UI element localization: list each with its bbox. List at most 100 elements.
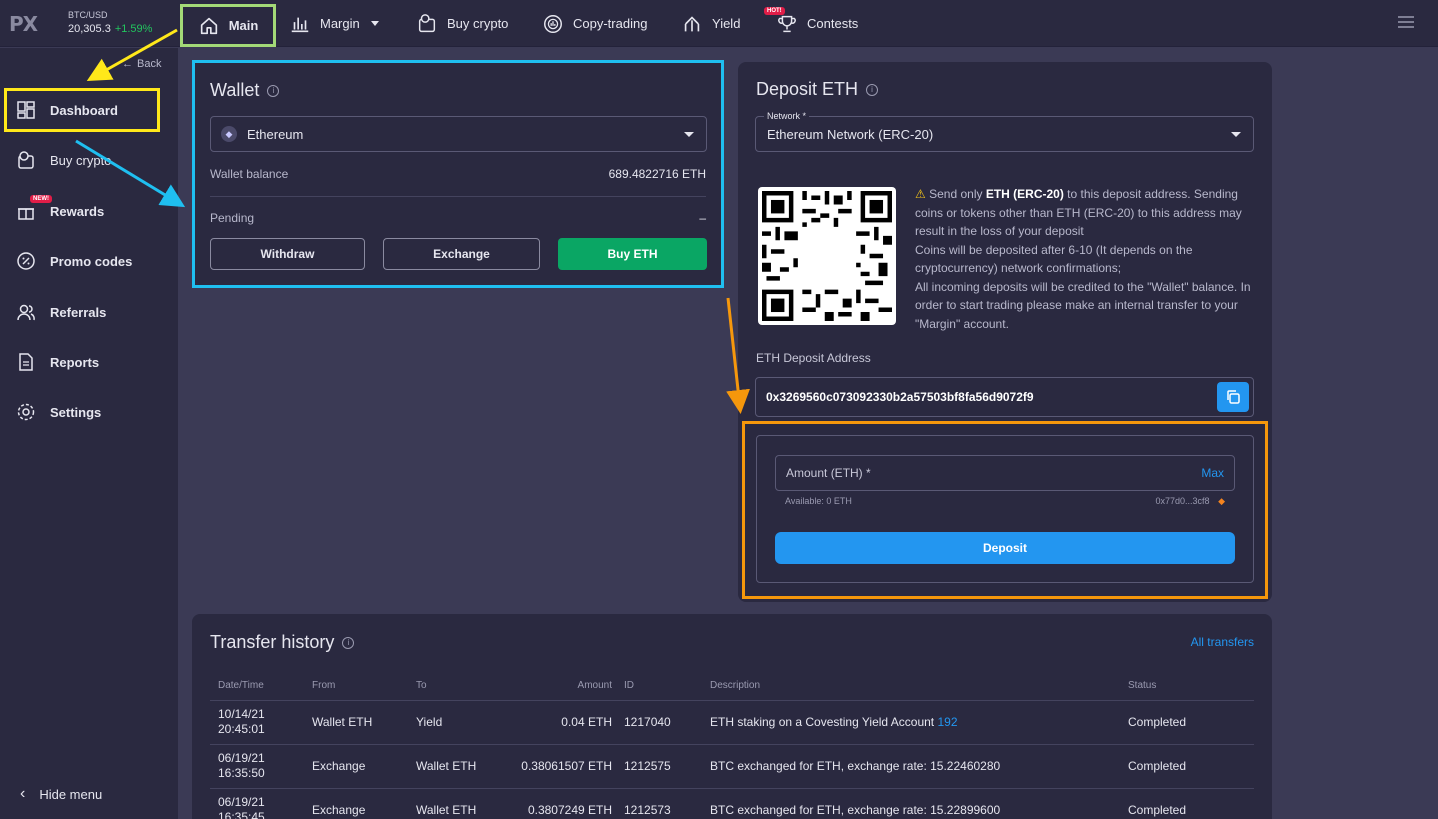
cell-id: 1212575 [616, 744, 702, 789]
back-label: Back [137, 58, 162, 70]
wallet-coin-icon [418, 13, 436, 32]
history-title-row: Transfer history i [210, 632, 355, 653]
dashboard-icon [17, 101, 35, 119]
wallet-card: Wallet i ◆ Ethereum Wallet balance 689.4… [192, 60, 724, 288]
time: 16:35:50 [218, 766, 265, 780]
network-label: Network * [764, 111, 810, 121]
bar-chart-icon [291, 17, 309, 32]
deposit-card: Deposit ETH i Network * Ethereum Network… [738, 62, 1272, 602]
nav-main-label: Main [228, 18, 259, 33]
qr-code [758, 187, 896, 325]
sidebar-item-label: Dashboard [50, 102, 118, 118]
wallet-title-row: Wallet i [210, 80, 280, 101]
info-icon[interactable]: i [342, 636, 355, 649]
nav-copy-trading-label: Copy-trading [573, 16, 648, 31]
nav-copy-trading[interactable]: Copy-trading [542, 0, 647, 47]
nav-main[interactable]: Main [180, 4, 276, 47]
gear-icon [17, 403, 35, 421]
col-id: ID [616, 672, 702, 701]
network-select[interactable]: Network * Ethereum Network (ERC-20) [755, 111, 1254, 152]
ticker[interactable]: BTC/USD 20,305.3 +1.59% [68, 10, 152, 35]
trophy-icon [778, 15, 796, 32]
history-title: Transfer history [210, 632, 335, 652]
yield-account-link[interactable]: 192 [937, 715, 957, 729]
percent-badge-icon [17, 252, 35, 270]
sidebar-item-label: Rewards [50, 203, 105, 219]
date: 06/19/21 [218, 795, 265, 809]
sidebar-item-promo-codes[interactable]: Promo codes [16, 251, 132, 271]
nav-yield[interactable]: Yield [681, 0, 740, 47]
col-description: Description [702, 672, 1120, 701]
hamburger-menu-icon[interactable] [1398, 15, 1414, 29]
sidebar-item-rewards[interactable]: Rewards [16, 201, 104, 221]
deposit-note: All incoming deposits will be credited t… [915, 279, 1251, 331]
description-text: ETH staking on a Covesting Yield Account [710, 714, 938, 729]
warning-icon: ⚠ [915, 187, 926, 201]
deposit-button[interactable]: Deposit [775, 532, 1235, 564]
back-link[interactable]: ← Back [122, 58, 161, 70]
wallet-short-address: 0x77d0...3cf8 [1155, 496, 1210, 506]
chevron-down-icon [370, 21, 379, 26]
buy-eth-button[interactable]: Buy ETH [558, 238, 707, 270]
cell-description: ETH staking on a Covesting Yield Account… [702, 700, 1120, 745]
cell-amount: 0.04 ETH [508, 700, 616, 745]
users-icon [17, 304, 35, 321]
document-icon [19, 353, 33, 371]
ticker-price: 20,305.3 [68, 23, 111, 35]
exchange-button[interactable]: Exchange [383, 238, 540, 270]
cell-from: Exchange [304, 744, 408, 789]
chevron-left-icon: ‹ [20, 785, 26, 802]
cell-to: Yield [408, 700, 508, 745]
hide-menu-button[interactable]: ‹ Hide menu [20, 785, 102, 803]
transfer-history-card: Transfer history i All transfers Date/Ti… [192, 614, 1272, 819]
cell-from: Wallet ETH [304, 700, 408, 745]
brand-logo[interactable]: PX [9, 12, 38, 36]
transfer-table: Date/Time From To Amount ID Description … [210, 672, 1254, 819]
withdraw-button[interactable]: Withdraw [210, 238, 365, 270]
currency-select[interactable]: ◆ Ethereum [210, 116, 707, 152]
max-button[interactable]: Max [1201, 466, 1224, 480]
cell-to: Wallet ETH [408, 744, 508, 789]
deposit-title-row: Deposit ETH i [756, 79, 879, 100]
nav-buy-crypto[interactable]: Buy crypto [416, 0, 508, 47]
sidebar-item-label: Promo codes [50, 253, 133, 269]
cell-date: 10/14/21 20:45:01 [210, 700, 304, 745]
sidebar-item-reports[interactable]: Reports [16, 352, 99, 372]
cell-status: Completed [1120, 700, 1254, 745]
cell-date: 06/19/21 16:35:50 [210, 744, 304, 789]
cell-amount: 0.3807249 ETH [508, 788, 616, 819]
wallet-balance-value: 689.4822716 ETH [608, 167, 706, 181]
cell-amount: 0.38061507 ETH [508, 744, 616, 789]
nav-margin[interactable]: Margin [289, 0, 379, 47]
sidebar-item-settings[interactable]: Settings [16, 402, 101, 422]
new-badge: NEW! [30, 195, 52, 203]
cell-id: 1217040 [616, 700, 702, 745]
sidebar-item-dashboard[interactable]: Dashboard [16, 100, 118, 120]
all-transfers-link[interactable]: All transfers [1191, 635, 1254, 649]
pending-row: Pending – [210, 211, 706, 225]
col-to: To [408, 672, 508, 701]
nav-yield-label: Yield [712, 16, 741, 31]
amount-placeholder: Amount (ETH) * [786, 466, 871, 480]
table-row: 06/19/21 16:35:50 Exchange Wallet ETH 0.3… [210, 744, 1254, 789]
yield-icon [684, 15, 700, 31]
sidebar-item-referrals[interactable]: Referrals [16, 302, 106, 322]
deposit-address-field[interactable]: 0x3269560c073092330b2a57503bf8fa56d9072f… [755, 377, 1254, 417]
amount-input[interactable]: Amount (ETH) * Max [775, 455, 1235, 491]
copy-button[interactable] [1217, 382, 1249, 412]
sidebar-item-buy-crypto[interactable]: Buy crypto [16, 150, 111, 170]
sidebar-item-label: Referrals [50, 304, 107, 320]
col-from: From [304, 672, 408, 701]
warning-bold: ETH (ERC-20) [985, 187, 1064, 201]
col-amount: Amount [508, 672, 616, 701]
date: 06/19/21 [218, 751, 265, 765]
nav-contests-label: Contests [807, 16, 859, 31]
info-icon[interactable]: i [267, 84, 280, 97]
info-icon[interactable]: i [866, 83, 879, 96]
deposit-title: Deposit ETH [756, 79, 859, 99]
nav-contests[interactable]: Contests [776, 0, 858, 47]
sidebar-item-label: Settings [50, 404, 102, 420]
warning-prefix: Send only [929, 187, 986, 201]
connected-wallet[interactable]: 0x77d0...3cf8 ◆ [1156, 496, 1225, 507]
arrow-left-icon: ← [122, 58, 133, 70]
